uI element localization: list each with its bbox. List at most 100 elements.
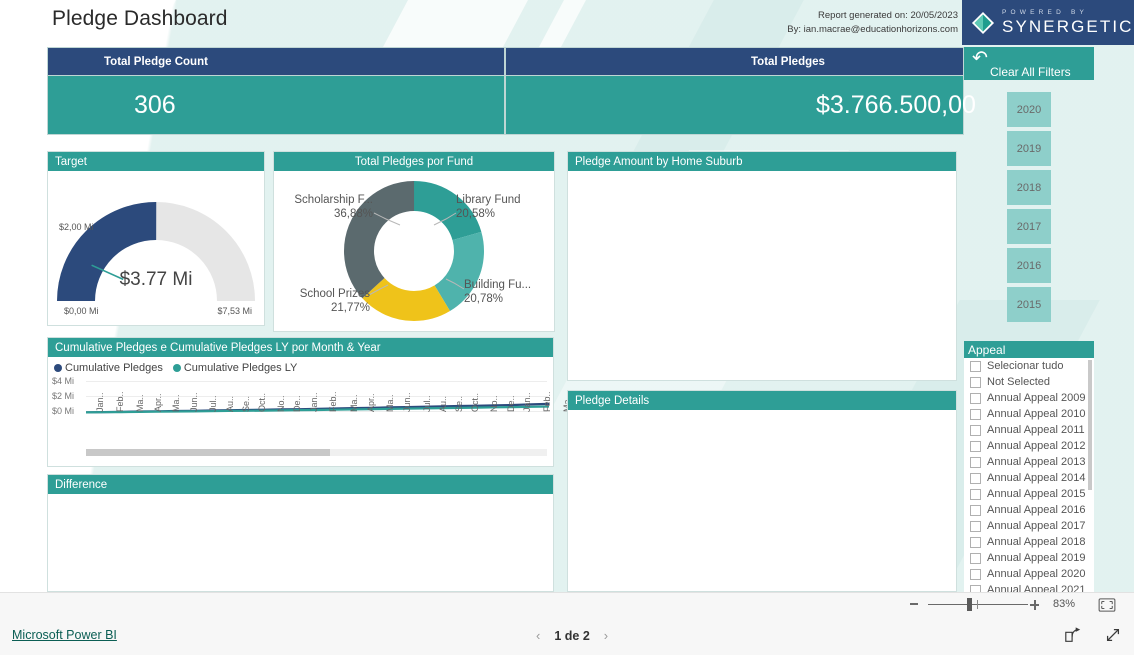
checkbox-icon[interactable]: [970, 584, 981, 592]
visual-pledge-amount-by-home-suburb[interactable]: Pledge Amount by Home Suburb: [567, 151, 957, 381]
appeal-slicer-item[interactable]: Annual Appeal 2017: [964, 518, 1094, 534]
fullscreen-icon[interactable]: [1104, 626, 1122, 644]
undo-arrow-icon: ↶: [972, 48, 988, 69]
checkbox-icon[interactable]: [970, 472, 981, 484]
x-axis-tick-label: Oct..: [256, 392, 267, 412]
appeal-scrollbar[interactable]: [1088, 360, 1092, 490]
zoom-in-button-stem[interactable]: [1034, 600, 1036, 610]
scrollbar-thumb[interactable]: [86, 449, 331, 456]
x-axis-tick-label: Apr..: [366, 393, 377, 412]
microsoft-power-bi-link[interactable]: Microsoft Power BI: [12, 628, 117, 642]
checkbox-icon[interactable]: [970, 408, 981, 420]
appeal-slicer-item[interactable]: Annual Appeal 2011: [964, 422, 1094, 438]
x-axis-tick-label: Oct..: [470, 392, 481, 412]
appeal-slicer-item-label: Annual Appeal 2009: [987, 392, 1086, 404]
kpi-total-pledge-count[interactable]: Total Pledge Count 306: [47, 47, 505, 135]
suburb-card-title: Pledge Amount by Home Suburb: [568, 152, 956, 171]
appeal-slicer-item[interactable]: Annual Appeal 2020: [964, 566, 1094, 582]
checkbox-icon[interactable]: [970, 424, 981, 436]
zoom-out-button[interactable]: [910, 603, 918, 605]
x-axis-tick-label: Feb..: [114, 391, 125, 412]
x-axis-tick-label: Ma..: [384, 394, 395, 412]
legend-item-cumulative-pledges[interactable]: Cumulative Pledges: [54, 362, 163, 374]
donut-chart: Scholarship F... 36,88% Library Fund 20,…: [274, 171, 554, 331]
visual-pledges-by-fund[interactable]: Total Pledges por Fund Scholarship F... …: [273, 151, 555, 332]
year-slicer-item-2017[interactable]: 2017: [1007, 209, 1051, 244]
appeal-slicer-item[interactable]: Annual Appeal 2010: [964, 406, 1094, 422]
kpi-count-body: 306: [47, 76, 505, 135]
appeal-slicer-item[interactable]: Annual Appeal 2014: [964, 470, 1094, 486]
year-slicer-item-2016[interactable]: 2016: [1007, 248, 1051, 283]
donut-label-library: Library Fund 20,58%: [456, 194, 521, 220]
checkbox-icon[interactable]: [970, 456, 981, 468]
zoom-slider-tick: [977, 600, 978, 609]
line-chart-legend: Cumulative Pledges Cumulative Pledges LY: [48, 357, 553, 374]
zoom-slider-track[interactable]: [928, 604, 1028, 605]
year-slicer[interactable]: 2020 2019 2018 2017 2016 2015: [1007, 92, 1051, 326]
x-axis-tick-label: Au..: [224, 395, 235, 412]
year-slicer-item-2018[interactable]: 2018: [1007, 170, 1051, 205]
x-axis-tick-label: Jun..: [402, 392, 413, 412]
checkbox-icon[interactable]: [970, 392, 981, 404]
logo-name-text: SYNERGETIC: [1002, 16, 1134, 36]
checkbox-icon[interactable]: [970, 504, 981, 516]
appeal-slicer-item-label: Selecionar tudo: [987, 360, 1064, 372]
legend-label: Cumulative Pledges LY: [183, 362, 298, 374]
appeal-slicer-item[interactable]: Annual Appeal 2013: [964, 454, 1094, 470]
report-canvas: Pledge Dashboard Report generated on: 20…: [0, 0, 1134, 592]
y-tick-4mi: $4 Mi: [52, 376, 75, 386]
share-icon[interactable]: [1064, 626, 1082, 644]
appeal-slicer-item[interactable]: Annual Appeal 2019: [964, 550, 1094, 566]
year-slicer-item-2015[interactable]: 2015: [1007, 287, 1051, 322]
checkbox-icon[interactable]: [970, 376, 981, 388]
appeal-slicer-item[interactable]: Annual Appeal 2021: [964, 582, 1094, 592]
legend-item-cumulative-pledges-ly[interactable]: Cumulative Pledges LY: [172, 362, 298, 374]
checkbox-icon[interactable]: [970, 440, 981, 452]
appeal-slicer-item[interactable]: Not Selected: [964, 374, 1094, 390]
appeal-slicer-title: Appeal: [964, 341, 1094, 358]
difference-card-title: Difference: [48, 475, 553, 494]
zoom-slider-thumb[interactable]: [967, 598, 972, 611]
x-axis-tick-label: Ma..: [348, 394, 359, 412]
appeal-slicer-item[interactable]: Annual Appeal 2015: [964, 486, 1094, 502]
appeal-slicer-item[interactable]: Selecionar tudo: [964, 358, 1094, 374]
checkbox-icon[interactable]: [970, 536, 981, 548]
checkbox-icon[interactable]: [970, 568, 981, 580]
checkbox-icon[interactable]: [970, 360, 981, 372]
year-slicer-item-2020[interactable]: 2020: [1007, 92, 1051, 127]
checkbox-icon[interactable]: [970, 552, 981, 564]
horizontal-scrollbar[interactable]: [86, 449, 547, 456]
line-card-title: Cumulative Pledges e Cumulative Pledges …: [48, 338, 553, 357]
legend-swatch-icon: [54, 364, 62, 372]
checkbox-icon[interactable]: [970, 520, 981, 532]
x-axis-tick-label: Jan..: [308, 392, 319, 412]
appeal-slicer-item[interactable]: Annual Appeal 2018: [964, 534, 1094, 550]
appeal-slicer[interactable]: Appeal Selecionar tudo Not Selected Annual…: [964, 341, 1094, 592]
clear-all-filters-button[interactable]: ↶ Clear All Filters: [964, 47, 1094, 80]
visual-pledge-details[interactable]: Pledge Details: [567, 390, 957, 592]
appeal-slicer-item-label: Annual Appeal 2015: [987, 488, 1086, 500]
visual-target-gauge[interactable]: Target $2,00 Mi $0,00 Mi $7,53 Mi $3.77 …: [47, 151, 265, 326]
x-axis-tick-label: Ma..: [171, 394, 182, 412]
year-slicer-item-2019[interactable]: 2019: [1007, 131, 1051, 166]
x-axis-tick-label: Apr..: [152, 393, 163, 412]
kpi-amount-body: $3.766.500,00: [505, 76, 976, 135]
next-page-button[interactable]: ›: [604, 628, 608, 643]
kpi-count-title: Total Pledge Count: [47, 47, 505, 76]
previous-page-button[interactable]: ‹: [536, 628, 540, 643]
visual-cumulative-pledges-line[interactable]: Cumulative Pledges e Cumulative Pledges …: [47, 337, 572, 467]
appeal-slicer-list[interactable]: Selecionar tudo Not Selected Annual Appeal…: [964, 358, 1094, 592]
kpi-total-pledges[interactable]: Total Pledges $3.766.500,00: [505, 47, 976, 135]
donut-label-school-prizes: School Prizes 21,77%: [299, 288, 370, 314]
fit-to-page-icon[interactable]: [1098, 598, 1116, 612]
zoom-status-bar: 83%: [0, 592, 1134, 619]
appeal-slicer-item-label: Annual Appeal 2013: [987, 456, 1086, 468]
x-axis-tick-label: Feb..: [328, 391, 339, 412]
appeal-slicer-item[interactable]: Annual Appeal 2012: [964, 438, 1094, 454]
y-tick-2mi: $2 Mi: [52, 391, 75, 401]
appeal-slicer-item[interactable]: Annual Appeal 2016: [964, 502, 1094, 518]
x-axis-tick-label: De..: [292, 395, 303, 412]
visual-difference[interactable]: Difference: [47, 474, 554, 592]
checkbox-icon[interactable]: [970, 488, 981, 500]
appeal-slicer-item[interactable]: Annual Appeal 2009: [964, 390, 1094, 406]
